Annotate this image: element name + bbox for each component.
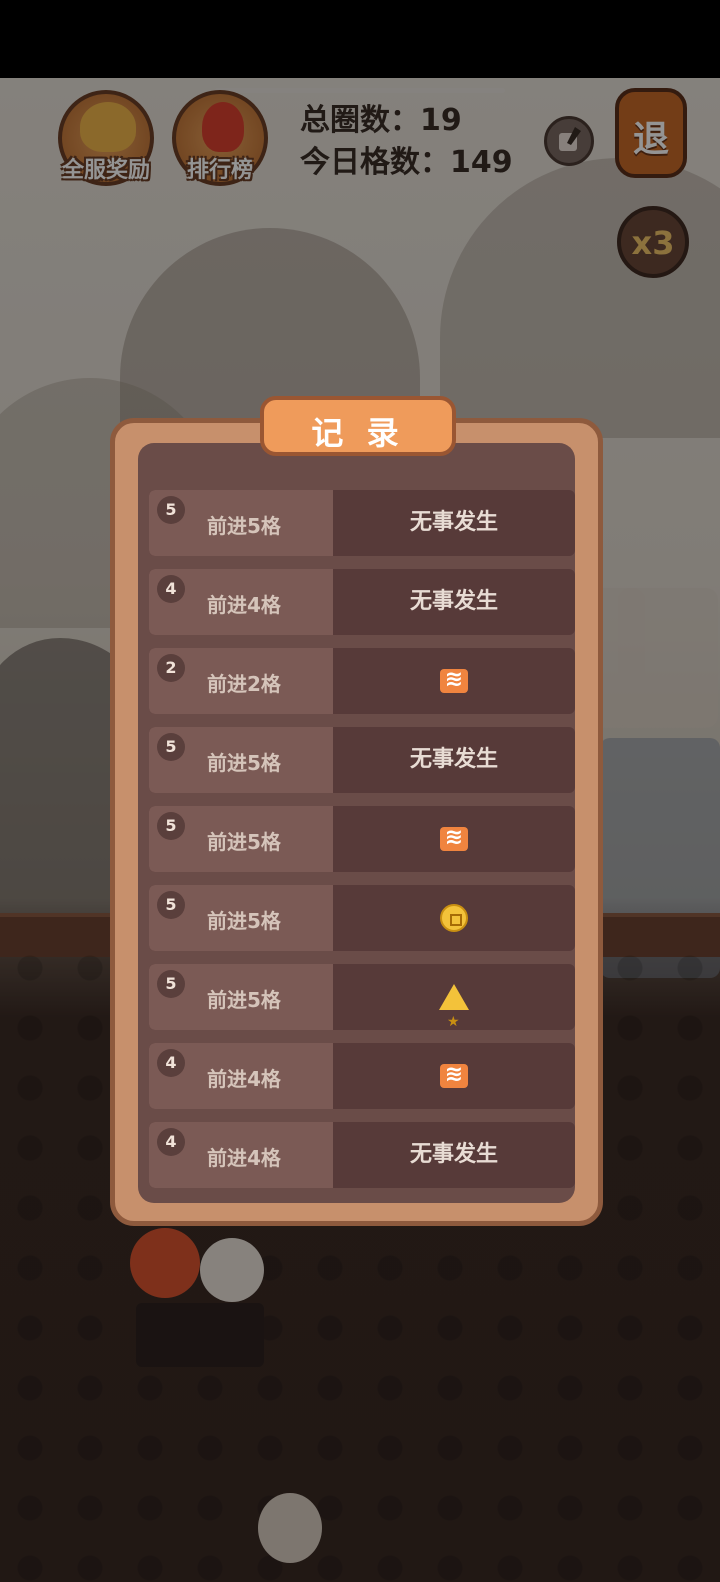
status-bar: [0, 0, 720, 78]
record-result: [333, 806, 575, 872]
record-result: [333, 964, 575, 1030]
step-text: 前进4格: [207, 1067, 281, 1091]
dice-number-badge: 4: [157, 575, 185, 603]
record-row: 4 前进4格: [149, 1043, 575, 1109]
record-list-panel[interactable]: 5前进5格无事发生4前进4格无事发生2前进2格5前进5格无事发生5前进5格5前进…: [138, 443, 575, 1203]
record-row: 5 前进5格 无事发生: [149, 490, 575, 556]
coin-icon: [440, 904, 468, 932]
dice-number-badge: 5: [157, 970, 185, 998]
record-result: 无事发生: [333, 1122, 575, 1188]
record-result: [333, 1043, 575, 1109]
dice-number-badge: 5: [157, 812, 185, 840]
record-result: 无事发生: [333, 490, 575, 556]
step-text: 前进5格: [207, 751, 281, 775]
record-step-cell: 4 前进4格: [149, 1122, 333, 1188]
record-row: 5 前进5格 无事发生: [149, 727, 575, 793]
result-text: 无事发生: [409, 1142, 498, 1167]
result-text: 无事发生: [409, 510, 498, 535]
record-row: 2 前进2格: [149, 648, 575, 714]
step-text: 前进4格: [207, 593, 281, 617]
step-text: 前进5格: [207, 988, 281, 1012]
record-row: 5 前进5格: [149, 964, 575, 1030]
record-result: [333, 885, 575, 951]
step-text: 前进5格: [207, 514, 281, 538]
record-step-cell: 5 前进5格: [149, 806, 333, 872]
record-step-cell: 5 前进5格: [149, 490, 333, 556]
record-step-cell: 5 前进5格: [149, 885, 333, 951]
dice-number-badge: 2: [157, 654, 185, 682]
dice-number-badge: 5: [157, 733, 185, 761]
record-dialog: 5前进5格无事发生4前进4格无事发生2前进2格5前进5格无事发生5前进5格5前进…: [110, 418, 603, 1226]
record-row: 5 前进5格: [149, 806, 575, 872]
record-list: 5前进5格无事发生4前进4格无事发生2前进2格5前进5格无事发生5前进5格5前进…: [149, 490, 575, 1201]
dice-number-badge: 4: [157, 1128, 185, 1156]
step-text: 前进2格: [207, 672, 281, 696]
dice-number-badge: 4: [157, 1049, 185, 1077]
dice-number-badge: 5: [157, 496, 185, 524]
dialog-title: 记 录: [311, 414, 405, 452]
record-result: 无事发生: [333, 569, 575, 635]
record-step-cell: 5 前进5格: [149, 964, 333, 1030]
dice-number-badge: 5: [157, 891, 185, 919]
record-result: 无事发生: [333, 727, 575, 793]
record-step-cell: 4 前进4格: [149, 1043, 333, 1109]
step-text: 前进5格: [207, 909, 281, 933]
ticket-icon: [440, 663, 468, 697]
record-step-cell: 5 前进5格: [149, 727, 333, 793]
ticket-icon: [440, 1058, 468, 1092]
result-text: 无事发生: [409, 747, 498, 772]
step-text: 前进4格: [207, 1146, 281, 1170]
dialog-title-plate: 记 录: [260, 396, 456, 456]
result-text: 无事发生: [409, 589, 498, 614]
record-row: 4 前进4格 无事发生: [149, 569, 575, 635]
ticket-icon: [440, 821, 468, 855]
star-icon: [439, 984, 469, 1030]
record-row: 4 前进4格 无事发生: [149, 1122, 575, 1188]
record-result: [333, 648, 575, 714]
step-text: 前进5格: [207, 830, 281, 854]
record-step-cell: 2 前进2格: [149, 648, 333, 714]
record-step-cell: 4 前进4格: [149, 569, 333, 635]
record-row: 5 前进5格: [149, 885, 575, 951]
